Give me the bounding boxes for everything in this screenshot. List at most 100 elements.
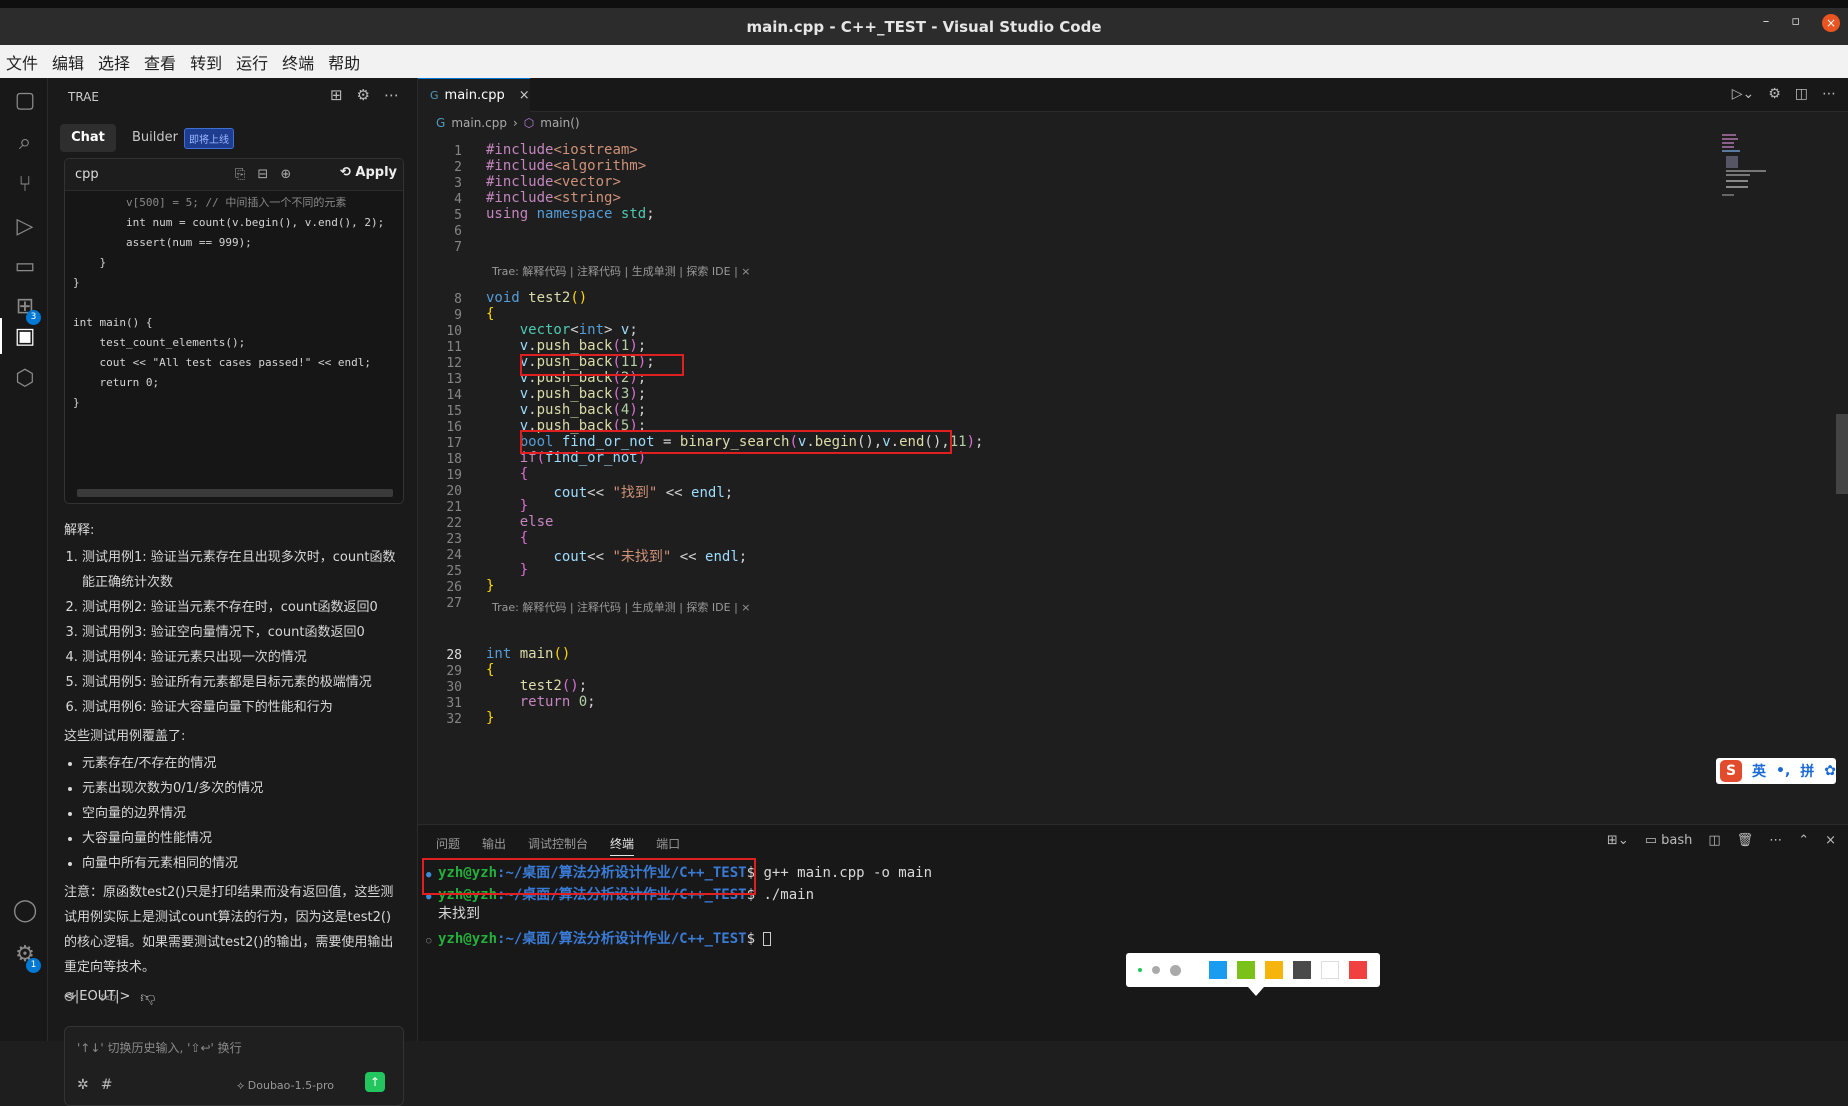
menu-go[interactable]: 转到	[190, 50, 222, 74]
size-dot-medium[interactable]	[1152, 966, 1160, 974]
more-icon[interactable]: ⋯	[1769, 833, 1782, 848]
breadcrumb-file[interactable]: main.cpp	[451, 116, 507, 130]
color-swatch[interactable]	[1349, 961, 1367, 979]
package-icon[interactable]: ⬡	[12, 366, 38, 392]
thumbs-up-icon[interactable]: 👍︎	[101, 988, 117, 1007]
menu-selection[interactable]: 选择	[98, 50, 130, 74]
code-line: using namespace std;	[486, 206, 655, 222]
tab-main-cpp[interactable]: G main.cpp ×	[418, 78, 530, 112]
ime-language[interactable]: 英	[1752, 761, 1766, 781]
editor-scrollbar[interactable]	[1836, 134, 1848, 824]
trae-chat-icon[interactable]: ▣	[12, 324, 38, 350]
tab-terminal[interactable]: 终端	[610, 835, 635, 856]
code-card-line: }	[73, 396, 80, 409]
close-tab-icon[interactable]: ×	[519, 88, 530, 103]
more-icon[interactable]: ⋯	[1822, 86, 1836, 102]
terminal-line: ○ yzh@yzh:~/桌面/算法分析设计作业/C++_TEST$	[426, 931, 932, 950]
annotation-palette[interactable]	[1126, 953, 1380, 987]
tab-ports[interactable]: 端口	[656, 835, 680, 856]
tab-builder[interactable]: Builder	[132, 130, 178, 145]
line-number: 23	[446, 532, 462, 547]
apply-button[interactable]: ⟲ Apply	[340, 165, 397, 180]
cover-list: 元素存在/不存在的情况 元素出现次数为0/1/多次的情况 空向量的边界情况 大容…	[64, 751, 404, 876]
color-swatch[interactable]	[1209, 961, 1227, 979]
magic-wand-icon[interactable]: ✲	[77, 1077, 89, 1093]
color-swatch[interactable]	[1321, 961, 1339, 979]
settings-icon[interactable]: ⚙	[357, 86, 370, 104]
line-number: 31	[446, 696, 462, 711]
maximize-button[interactable]: ▫	[1791, 14, 1800, 32]
close-window-button[interactable]: ×	[1822, 14, 1840, 32]
code-editor[interactable]: 1 2 3 4 5 6 7 8 9 10 11 12 13 14 15 16 1…	[418, 134, 1848, 824]
sidebar-toolbar: ⊞ ⚙ ⋯	[330, 86, 399, 104]
code-line: v.push_back(4);	[519, 402, 647, 418]
new-chat-icon[interactable]: ⊞	[330, 86, 343, 104]
tab-output[interactable]: 输出	[482, 835, 506, 856]
os-top-bar	[0, 0, 1848, 8]
insert-icon[interactable]: ⊟	[257, 167, 268, 182]
color-swatch[interactable]	[1237, 961, 1255, 979]
ime-toolbar[interactable]: S 英 •, 拼 ✿	[1716, 758, 1836, 784]
tab-chat[interactable]: Chat	[60, 124, 116, 152]
codelens[interactable]: Trae: 解释代码 | 注释代码 | 生成单测 | 探索 IDE | ×	[492, 263, 751, 279]
codelens[interactable]: Trae: 解释代码 | 注释代码 | 生成单测 | 探索 IDE | ×	[492, 599, 751, 615]
split-terminal-icon[interactable]: ◫	[1708, 833, 1720, 848]
line-number: 3	[454, 176, 462, 191]
tab-problems[interactable]: 问题	[436, 835, 460, 856]
color-swatch[interactable]	[1293, 961, 1311, 979]
more-icon[interactable]: ⋯	[384, 86, 399, 104]
menu-edit[interactable]: 编辑	[52, 50, 84, 74]
thumbs-down-icon[interactable]: 👎︎	[140, 988, 155, 1007]
line-number: 6	[454, 224, 462, 239]
code-card-line: cout << "All test cases passed!" << endl…	[73, 356, 372, 369]
search-icon[interactable]: ⌕	[12, 130, 38, 156]
feedback-row: ⟳ 👍︎ 👎︎	[64, 988, 156, 1007]
new-terminal-icon[interactable]: ⊞⌄	[1607, 833, 1629, 848]
run-icon[interactable]: ▷⌄	[1732, 86, 1755, 102]
menu-file[interactable]: 文件	[6, 50, 38, 74]
split-editor-icon[interactable]: ◫	[1795, 86, 1808, 102]
chat-response: 解释: 测试用例1: 验证当元素存在且出现多次时，count函数能正确统计次数 …	[64, 518, 404, 1009]
menu-run[interactable]: 运行	[236, 50, 268, 74]
ime-settings-icon[interactable]: ✿	[1824, 763, 1836, 779]
menu-view[interactable]: 查看	[144, 50, 176, 74]
chat-input-placeholder[interactable]: '↑↓' 切换历史输入, '⇧↩' 换行	[77, 1039, 242, 1056]
regenerate-icon[interactable]: ⟳	[64, 988, 77, 1007]
code-card-line: assert(num == 999);	[73, 236, 252, 249]
terminal-shell[interactable]: ▭ bash	[1645, 833, 1693, 848]
breadcrumb-symbol[interactable]: main()	[540, 116, 579, 130]
remote-explorer-icon[interactable]: ▭	[12, 254, 38, 280]
panel-actions: ⊞⌄ ▭ bash ◫ 🗑︎ ⋯ ⌃ ×	[1607, 833, 1836, 848]
tab-debug-console[interactable]: 调试控制台	[528, 835, 588, 856]
minimize-button[interactable]: –	[1763, 14, 1770, 32]
menu-terminal[interactable]: 终端	[282, 50, 314, 74]
close-panel-icon[interactable]: ×	[1825, 833, 1836, 848]
copy-icon[interactable]: ⎘	[235, 167, 245, 182]
new-file-icon[interactable]: ⊕	[280, 167, 291, 182]
activity-bar: ▢ ⌕ ⑂ ▷ ▭ ⊞ 3 ▣ ⬡ ◯ ⚙ 1	[0, 78, 48, 1041]
hashtag-icon[interactable]: #	[101, 1077, 113, 1093]
code-card-line: v[500] = 5; // 中间插入一个不同的元素	[73, 196, 347, 209]
send-button[interactable]: ↑	[365, 1072, 385, 1092]
run-debug-icon[interactable]: ▷	[12, 214, 38, 240]
trash-icon[interactable]: 🗑︎	[1737, 833, 1754, 848]
source-control-icon[interactable]: ⑂	[12, 172, 38, 198]
model-selector[interactable]: ⟡ Doubao-1.5-pro	[237, 1079, 334, 1093]
explorer-icon[interactable]: ▢	[12, 88, 38, 114]
ime-mode[interactable]: 拼	[1800, 761, 1814, 781]
size-dot-large[interactable]	[1170, 964, 1181, 976]
color-swatch[interactable]	[1265, 961, 1283, 979]
code-line: v.push_back(1);	[519, 338, 647, 354]
size-dot-small[interactable]	[1138, 968, 1142, 972]
minimap[interactable]	[1722, 134, 1792, 204]
settings-icon[interactable]: ⚙	[1768, 86, 1781, 102]
code-card-body: v[500] = 5; // 中间插入一个不同的元素 int num = cou…	[73, 193, 403, 413]
scrollbar-thumb[interactable]	[1836, 414, 1848, 494]
maximize-panel-icon[interactable]: ⌃	[1798, 833, 1809, 848]
code-card-scrollbar[interactable]	[77, 489, 393, 497]
note-paragraph: 注意：原函数test2()只是打印结果而没有返回值，这些测试用例实际上是测试co…	[64, 885, 394, 975]
account-icon[interactable]: ◯	[12, 898, 38, 924]
menu-help[interactable]: 帮助	[328, 50, 360, 74]
ime-punctuation[interactable]: •,	[1776, 763, 1790, 779]
chat-input-box[interactable]: '↑↓' 切换历史输入, '⇧↩' 换行 ✲ # ⟡ Doubao-1.5-pr…	[64, 1026, 404, 1106]
